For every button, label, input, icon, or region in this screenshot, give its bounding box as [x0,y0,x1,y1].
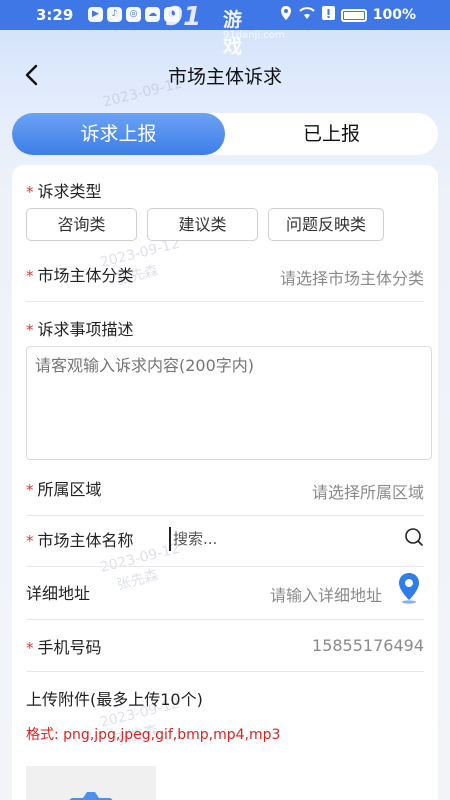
location-icon [280,6,292,24]
cloud-app-icon: ☁ [145,7,160,22]
type-options: 咨询类 建议类 问题反映类 [26,208,384,241]
alert-icon [321,6,335,24]
required-mark: * [26,183,34,201]
required-mark: * [26,267,34,285]
status-bar: 3:29 ▶ ♪ ◎ ☁ ● 91 游戏 91danji.com 100% [0,0,450,58]
status-time: 3:29 [36,6,74,24]
phone-label: 手机号码 [37,638,102,657]
entity-name-search-input[interactable] [169,527,399,551]
battery-percent: 100% [372,7,416,23]
address-field: 详细地址 请输入详细地址 [26,573,424,620]
wifi-icon [298,6,316,24]
region-select[interactable]: 请选择所属区域 [312,479,424,503]
required-mark: * [26,481,34,499]
divider [26,671,424,672]
address-label: 详细地址 [26,584,91,603]
category-select[interactable]: 请选择市场主体分类 [280,265,424,289]
watermark-logo-site: 91danji.com [223,30,285,41]
divider [26,515,424,516]
required-mark: * [26,321,34,339]
watermark-logo: 91 游戏 91danji.com [165,2,285,58]
attachments-field: 上传附件(最多上传10个) [26,686,424,710]
type-option-problem[interactable]: 问题反映类 [268,208,384,241]
status-right: 100% [280,6,416,24]
upload-button[interactable] [26,766,156,800]
type-option-consult[interactable]: 咨询类 [26,208,137,241]
description-field: * 诉求事项描述 [26,316,424,342]
required-mark: * [26,639,34,657]
watermark-logo-number: 91 [165,2,202,32]
type-field: * 诉求类型 [26,178,424,208]
region-field[interactable]: * 所属区域 请选择所属区域 [26,476,424,516]
search-icon[interactable] [404,527,424,551]
form-card: 2023-09-12 2023-09-12 张先森 2023-09-12 张先森… [12,75,438,800]
divider [26,301,424,302]
entity-name-label: 市场主体名称 [37,531,134,550]
location-pin-icon[interactable] [396,572,422,608]
music-app-icon: ♪ [107,7,122,22]
camera-icon [69,792,113,800]
divider [26,566,424,567]
page-title: 市场主体诉求 [167,66,282,88]
address-input[interactable]: 请输入详细地址 [270,582,382,606]
video-app-icon: ▶ [88,7,103,22]
header: 市场主体诉求 [0,52,450,98]
type-label: 诉求类型 [37,182,102,201]
attachments-label: 上传附件(最多上传10个) [26,690,203,709]
tab-submit[interactable]: 诉求上报 [12,113,225,155]
category-field[interactable]: * 市场主体分类 请选择市场主体分类 [26,262,424,302]
type-option-suggestion[interactable]: 建议类 [147,208,258,241]
battery-icon [340,8,367,22]
entity-name-field: * 市场主体名称 [26,527,424,567]
description-label: 诉求事项描述 [37,320,134,339]
browser-app-icon: ◎ [126,7,141,22]
tab-submitted[interactable]: 已上报 [225,113,438,155]
description-input[interactable] [26,346,432,460]
tab-bar: 诉求上报 已上报 [12,113,438,155]
region-label: 所属区域 [37,480,102,499]
required-mark: * [26,532,34,550]
attachments-format: 格式: png,jpg,jpeg,gif,bmp,mp4,mp3 [26,727,281,743]
divider [26,619,424,620]
phone-field: * 手机号码 15855176494 [26,634,424,672]
category-label: 市场主体分类 [37,266,134,285]
phone-input[interactable]: 15855176494 [312,636,424,655]
